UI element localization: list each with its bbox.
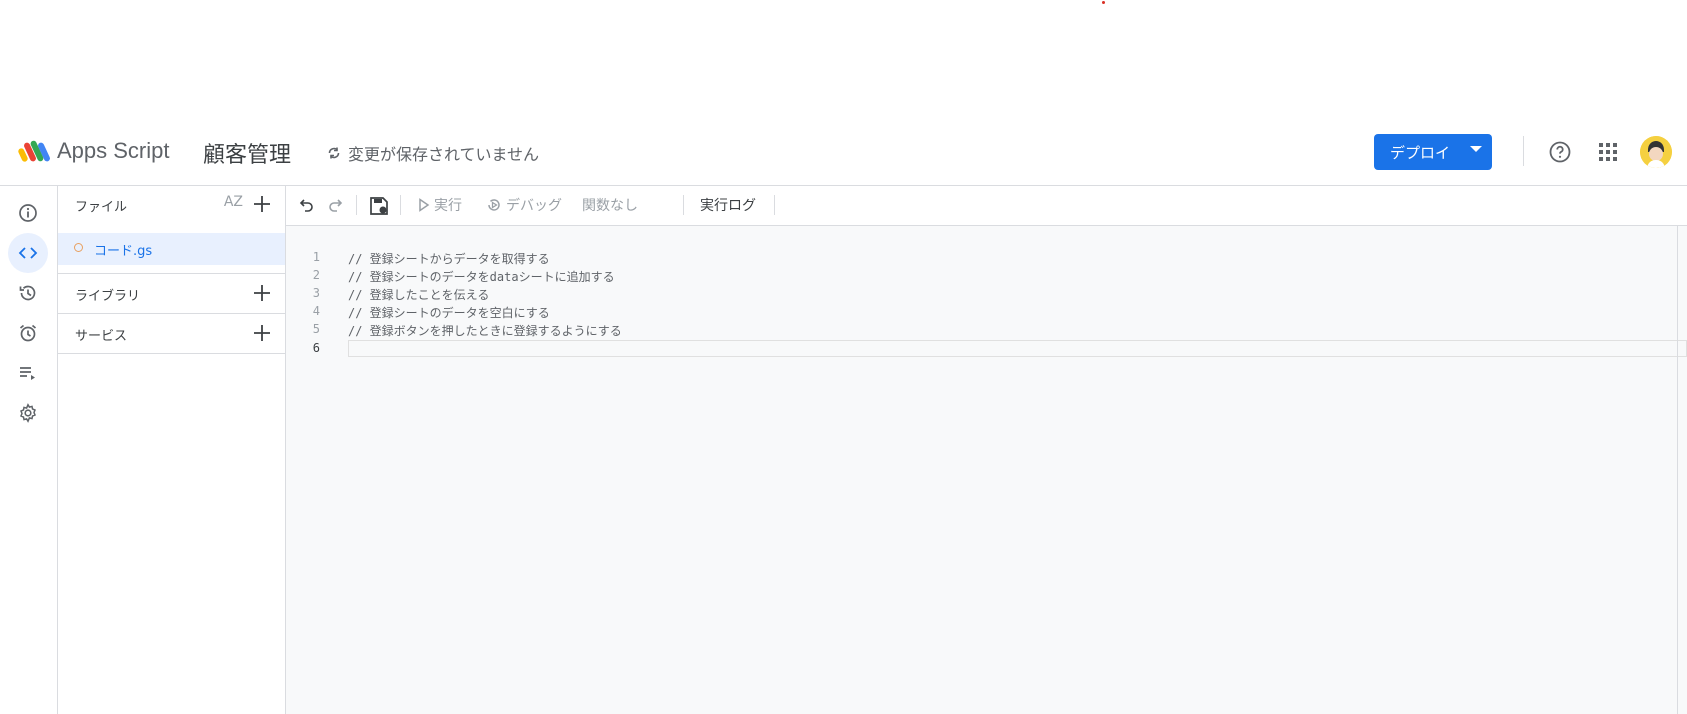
line-number: 3 bbox=[312, 286, 320, 300]
line-number: 6 bbox=[312, 341, 320, 355]
libraries-label: ライブラリ bbox=[75, 289, 141, 304]
gear-icon bbox=[20, 403, 36, 423]
services-header: サービス bbox=[58, 314, 285, 354]
rail-triggers[interactable] bbox=[8, 313, 48, 353]
line-text: // 登録シートのデータを空白にする bbox=[348, 306, 550, 320]
deploy-label: デプロイ bbox=[1390, 143, 1451, 162]
divider bbox=[58, 353, 285, 354]
execution-log-label: 実行ログ bbox=[700, 198, 756, 214]
rail-settings[interactable] bbox=[8, 393, 48, 433]
file-name: コード.gs bbox=[94, 244, 153, 259]
sync-icon bbox=[328, 147, 340, 159]
sort-az-icon[interactable]: AZ bbox=[224, 194, 243, 210]
add-library-icon[interactable] bbox=[251, 282, 273, 304]
toolbar-divider bbox=[400, 195, 401, 215]
history-icon bbox=[19, 285, 36, 301]
rail-executions[interactable] bbox=[8, 353, 48, 393]
app-name: Apps Script bbox=[57, 138, 170, 163]
avatar[interactable] bbox=[1640, 136, 1672, 168]
unsaved-dot-icon bbox=[74, 243, 83, 252]
files-header: ファイル AZ bbox=[58, 185, 285, 225]
function-select-value: 関数なし bbox=[582, 198, 638, 214]
function-select[interactable]: 関数なし bbox=[582, 195, 638, 215]
google-apps-icon[interactable] bbox=[1598, 142, 1618, 162]
add-file-icon[interactable] bbox=[251, 193, 273, 215]
toolbar-divider bbox=[356, 195, 357, 215]
services-label: サービス bbox=[75, 329, 128, 344]
toolbar-divider bbox=[774, 195, 775, 215]
line-number: 1 bbox=[312, 250, 320, 264]
undo-icon[interactable] bbox=[298, 196, 316, 214]
rail-overview[interactable] bbox=[8, 193, 48, 233]
save-icon[interactable] bbox=[368, 195, 390, 217]
code-editor[interactable]: 1 // 登録シートからデータを取得する 2 // 登録シートのデータをdata… bbox=[286, 226, 1687, 714]
run-label: 実行 bbox=[434, 198, 462, 214]
line-number: 2 bbox=[312, 268, 320, 282]
line-number: 5 bbox=[312, 322, 320, 336]
code-icon bbox=[18, 247, 38, 259]
help-icon[interactable] bbox=[1548, 140, 1572, 164]
rail-triggers-history[interactable] bbox=[8, 273, 48, 313]
deploy-button[interactable]: デプロイ bbox=[1374, 134, 1492, 170]
line-text: // 登録シートのデータをdataシートに追加する bbox=[348, 270, 615, 284]
play-icon bbox=[419, 198, 430, 212]
debug-label: デバッグ bbox=[506, 198, 562, 214]
alarm-icon bbox=[19, 324, 37, 342]
files-panel: ファイル AZ コード.gs ライブラリ サービス bbox=[58, 185, 286, 714]
add-service-icon[interactable] bbox=[251, 322, 273, 344]
file-item-code-gs[interactable]: コード.gs bbox=[58, 233, 285, 265]
project-title[interactable]: 顧客管理 bbox=[203, 137, 291, 169]
line-text: // 登録シートからデータを取得する bbox=[348, 252, 550, 266]
files-label: ファイル bbox=[75, 200, 128, 215]
line-number: 4 bbox=[312, 304, 320, 318]
apps-script-logo-icon bbox=[18, 140, 50, 162]
executions-icon bbox=[20, 367, 35, 380]
red-dot-marker bbox=[1102, 1, 1105, 4]
toolbar-divider bbox=[683, 195, 684, 215]
debug-button[interactable]: デバッグ bbox=[486, 195, 562, 215]
avatar-image bbox=[1640, 136, 1672, 168]
current-line-highlight bbox=[348, 340, 1687, 357]
editor-scrollbar[interactable] bbox=[1677, 226, 1678, 714]
line-text: // 登録したことを伝える bbox=[348, 288, 490, 302]
execution-log-button[interactable]: 実行ログ bbox=[700, 195, 756, 215]
header-divider bbox=[1523, 136, 1524, 166]
rail-editor[interactable] bbox=[8, 233, 48, 273]
left-nav-rail bbox=[0, 185, 58, 714]
libraries-header: ライブラリ bbox=[58, 274, 285, 314]
top-app-bar: Apps Script 顧客管理 変更が保存されていません デプロイ bbox=[0, 124, 1687, 186]
save-status-text: 変更が保存されていません bbox=[348, 145, 540, 164]
redo-icon[interactable] bbox=[326, 196, 344, 214]
line-text: // 登録ボタンを押したときに登録するようにする bbox=[348, 324, 622, 338]
run-button[interactable]: 実行 bbox=[418, 195, 462, 215]
debug-icon bbox=[488, 199, 500, 211]
info-icon bbox=[19, 204, 37, 222]
save-status: 変更が保存されていません bbox=[326, 141, 539, 165]
editor-toolbar: 実行 デバッグ 関数なし 実行ログ bbox=[286, 185, 1687, 226]
chevron-down-icon[interactable] bbox=[1470, 146, 1482, 152]
